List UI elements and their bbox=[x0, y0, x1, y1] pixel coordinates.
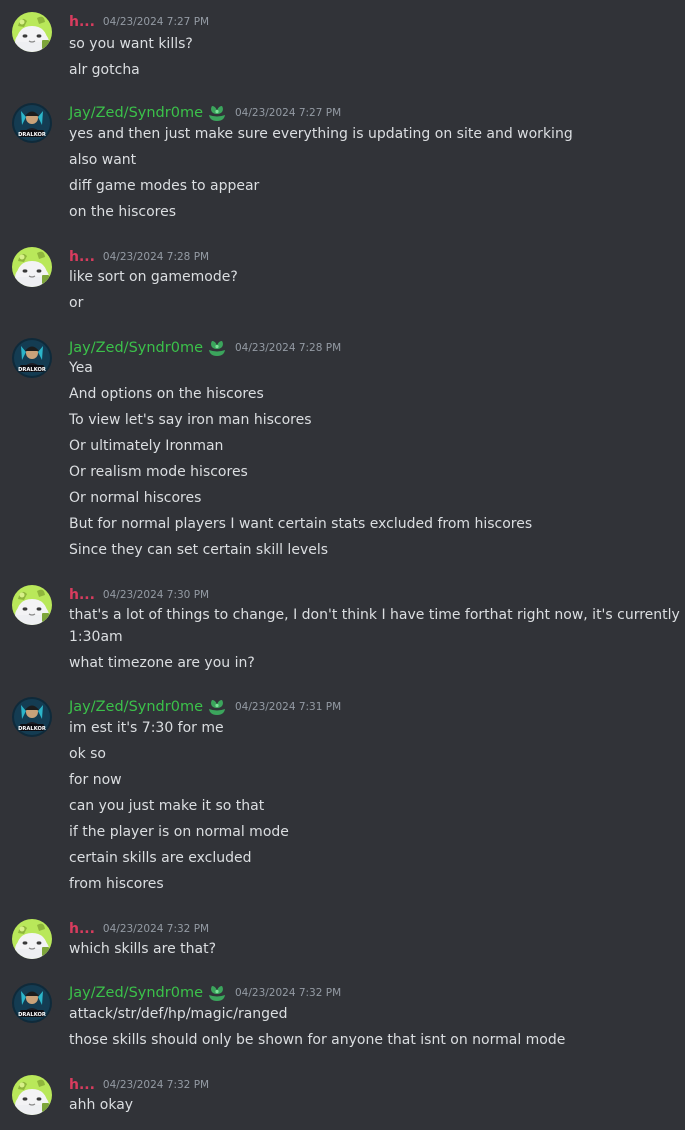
username[interactable]: h... bbox=[69, 249, 95, 265]
message-header: h... 04/23/2024 7:28 PM bbox=[69, 247, 209, 267]
avatar[interactable]: DRALKOR bbox=[12, 697, 52, 737]
timestamp: 04/23/2024 7:31 PM bbox=[234, 701, 342, 713]
message-text: Or ultimately Ironman bbox=[69, 438, 224, 454]
message-text: And options on the hiscores bbox=[69, 386, 264, 402]
message-header: Jay/Zed/Syndr0me 04/23/2024 7:32 PM bbox=[69, 983, 341, 1003]
lotus-badge-icon bbox=[207, 338, 227, 358]
message-header: Jay/Zed/Syndr0me 04/23/2024 7:31 PM bbox=[69, 697, 341, 717]
avatar[interactable]: DRALKOR bbox=[12, 338, 52, 378]
message-text: certain skills are excluded bbox=[69, 850, 252, 866]
timestamp: 04/23/2024 7:27 PM bbox=[102, 16, 210, 28]
lotus-badge-icon bbox=[207, 697, 227, 717]
message-text: alr gotcha bbox=[69, 62, 140, 78]
username[interactable]: Jay/Zed/Syndr0me bbox=[69, 340, 203, 356]
message-text: can you just make it so that bbox=[69, 798, 265, 814]
message-text: Or normal hiscores bbox=[69, 490, 202, 506]
message-header: h... 04/23/2024 7:32 PM bbox=[69, 919, 209, 939]
message-text: Since they can set certain skill levels bbox=[69, 542, 329, 558]
message-text: from hiscores bbox=[69, 876, 164, 892]
message-text: yes and then just make sure everything i… bbox=[69, 126, 573, 142]
message-text: diff game modes to appear bbox=[69, 178, 260, 194]
avatar[interactable] bbox=[12, 585, 52, 625]
message-text: attack/str/def/hp/magic/ranged bbox=[69, 1006, 288, 1022]
timestamp: 04/23/2024 7:32 PM bbox=[102, 1079, 210, 1091]
message-text: 1:30am bbox=[69, 629, 123, 645]
message-text: im est it's 7:30 for me bbox=[69, 720, 224, 736]
message-header: h... 04/23/2024 7:32 PM bbox=[69, 1075, 209, 1095]
message-text: that's a lot of things to change, I don'… bbox=[69, 607, 680, 623]
message-text: To view let's say iron man hiscores bbox=[69, 412, 312, 428]
message-text: ahh okay bbox=[69, 1097, 134, 1113]
avatar[interactable] bbox=[12, 12, 52, 52]
message-header: h... 04/23/2024 7:30 PM bbox=[69, 585, 209, 605]
username[interactable]: Jay/Zed/Syndr0me bbox=[69, 105, 203, 121]
username[interactable]: Jay/Zed/Syndr0me bbox=[69, 985, 203, 1001]
message-header: h... 04/23/2024 7:27 PM bbox=[69, 12, 209, 32]
timestamp: 04/23/2024 7:30 PM bbox=[102, 589, 210, 601]
message-text: Yea bbox=[69, 360, 93, 376]
message-header: Jay/Zed/Syndr0me 04/23/2024 7:28 PM bbox=[69, 338, 341, 358]
username[interactable]: h... bbox=[69, 14, 95, 30]
avatar[interactable]: DRALKOR bbox=[12, 103, 52, 143]
message-header: Jay/Zed/Syndr0me 04/23/2024 7:27 PM bbox=[69, 103, 341, 123]
username[interactable]: h... bbox=[69, 921, 95, 937]
message-text: what timezone are you in? bbox=[69, 655, 255, 671]
lotus-badge-icon bbox=[207, 103, 227, 123]
timestamp: 04/23/2024 7:28 PM bbox=[234, 342, 342, 354]
username[interactable]: h... bbox=[69, 1077, 95, 1093]
message-text: on the hiscores bbox=[69, 204, 176, 220]
message-text: like sort on gamemode? bbox=[69, 269, 238, 285]
timestamp: 04/23/2024 7:32 PM bbox=[234, 987, 342, 999]
username[interactable]: h... bbox=[69, 587, 95, 603]
message-text: But for normal players I want certain st… bbox=[69, 516, 533, 532]
timestamp: 04/23/2024 7:28 PM bbox=[102, 251, 210, 263]
message-text: ok so bbox=[69, 746, 106, 762]
message-text: or bbox=[69, 295, 84, 311]
lotus-badge-icon bbox=[207, 983, 227, 1003]
timestamp: 04/23/2024 7:32 PM bbox=[102, 923, 210, 935]
message-text: also want bbox=[69, 152, 137, 168]
svg-text:DRALKOR: DRALKOR bbox=[18, 1012, 46, 1018]
message-text: so you want kills? bbox=[69, 36, 193, 52]
message-text: if the player is on normal mode bbox=[69, 824, 289, 840]
message-text: which skills are that? bbox=[69, 941, 216, 957]
username[interactable]: Jay/Zed/Syndr0me bbox=[69, 699, 203, 715]
svg-text:DRALKOR: DRALKOR bbox=[18, 132, 46, 138]
svg-text:DRALKOR: DRALKOR bbox=[18, 367, 46, 373]
message-text: those skills should only be shown for an… bbox=[69, 1032, 566, 1048]
message-text: for now bbox=[69, 772, 122, 788]
timestamp: 04/23/2024 7:27 PM bbox=[234, 107, 342, 119]
avatar[interactable] bbox=[12, 1075, 52, 1115]
avatar[interactable]: DRALKOR bbox=[12, 983, 52, 1023]
message-text: Or realism mode hiscores bbox=[69, 464, 248, 480]
svg-text:DRALKOR: DRALKOR bbox=[18, 726, 46, 732]
avatar[interactable] bbox=[12, 919, 52, 959]
avatar[interactable] bbox=[12, 247, 52, 287]
